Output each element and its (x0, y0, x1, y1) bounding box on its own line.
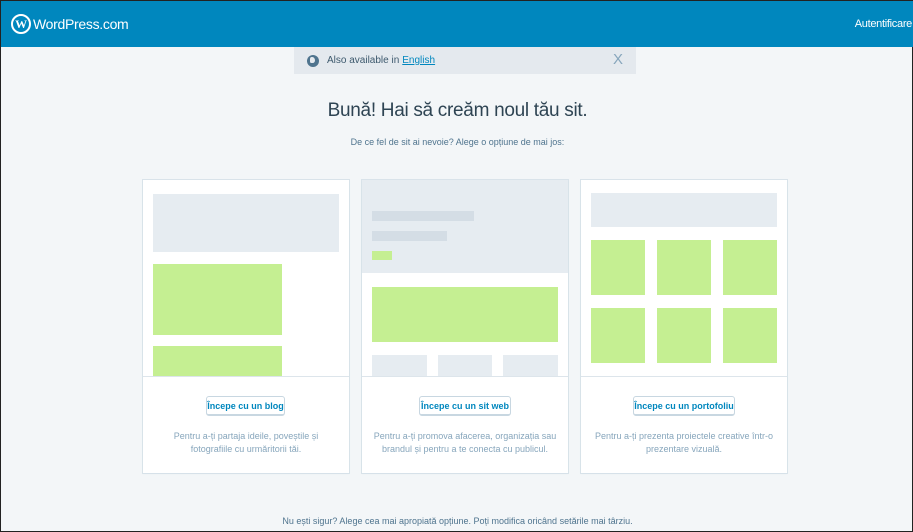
preview-column-block (503, 355, 558, 376)
locale-notice-text: Also available in (327, 55, 400, 66)
preview-post-block (153, 264, 282, 335)
page-subtitle: De ce fel de sit ai nevoie? Alege o opți… (350, 137, 565, 147)
portfolio-description: Pentru a-ți prezenta proiectele creative… (594, 431, 774, 454)
preview-tile-block (723, 308, 777, 363)
masterbar: W WordPress.com Autentificare (1, 1, 913, 47)
site-type-card-blog[interactable]: Începe cu un blog Pentru a-ți partaja id… (143, 180, 349, 473)
preview-header-block (591, 193, 777, 227)
preview-title-line (372, 211, 474, 221)
website-preview-illustration (362, 180, 568, 376)
portfolio-preview-illustration (581, 180, 787, 376)
preview-tile-block (591, 240, 645, 295)
preview-cta-block (372, 251, 392, 260)
globe-icon (307, 54, 319, 67)
page-title: Bună! Hai să creăm noul tău sit. (327, 100, 588, 121)
preview-column-block (372, 355, 427, 376)
locale-notice: Also available in English X (294, 47, 636, 74)
preview-feature-block (372, 287, 558, 342)
card-divider (581, 376, 787, 377)
preview-tile-block (657, 240, 711, 295)
preview-tile-block (591, 308, 645, 363)
close-icon[interactable]: X (613, 51, 623, 68)
card-divider (143, 376, 349, 377)
preview-subtitle-line (372, 231, 447, 241)
blog-preview-illustration (143, 180, 349, 376)
brand-name: WordPress.com (33, 16, 129, 32)
blog-description: Pentru a-ți partaja ideile, poveștile și… (173, 431, 319, 454)
preview-hero-block (362, 180, 568, 273)
preview-post-block (153, 346, 282, 376)
wordpress-logo-icon: W (11, 14, 31, 34)
preview-tile-block (723, 240, 777, 295)
preview-header-block (153, 194, 339, 252)
preview-tile-block (657, 308, 711, 363)
start-website-button[interactable]: Începe cu un sit web (419, 396, 511, 416)
start-blog-button[interactable]: Începe cu un blog (206, 396, 285, 416)
start-portfolio-button[interactable]: Începe cu un portofoliu (633, 396, 735, 416)
card-divider (362, 376, 568, 377)
english-link[interactable]: English (402, 55, 435, 66)
site-type-card-website[interactable]: Începe cu un sit web Pentru a-ți promova… (362, 180, 568, 473)
footer-note: Nu ești sigur? Alege cea mai apropiată o… (282, 516, 633, 526)
website-description: Pentru a-ți promova afacerea, organizați… (373, 431, 557, 454)
login-link[interactable]: Autentificare (855, 18, 913, 30)
wordpress-home-link[interactable]: W WordPress.com (1, 14, 129, 34)
site-type-card-portfolio[interactable]: Începe cu un portofoliu Pentru a-ți prez… (581, 180, 787, 473)
preview-column-block (438, 355, 492, 376)
